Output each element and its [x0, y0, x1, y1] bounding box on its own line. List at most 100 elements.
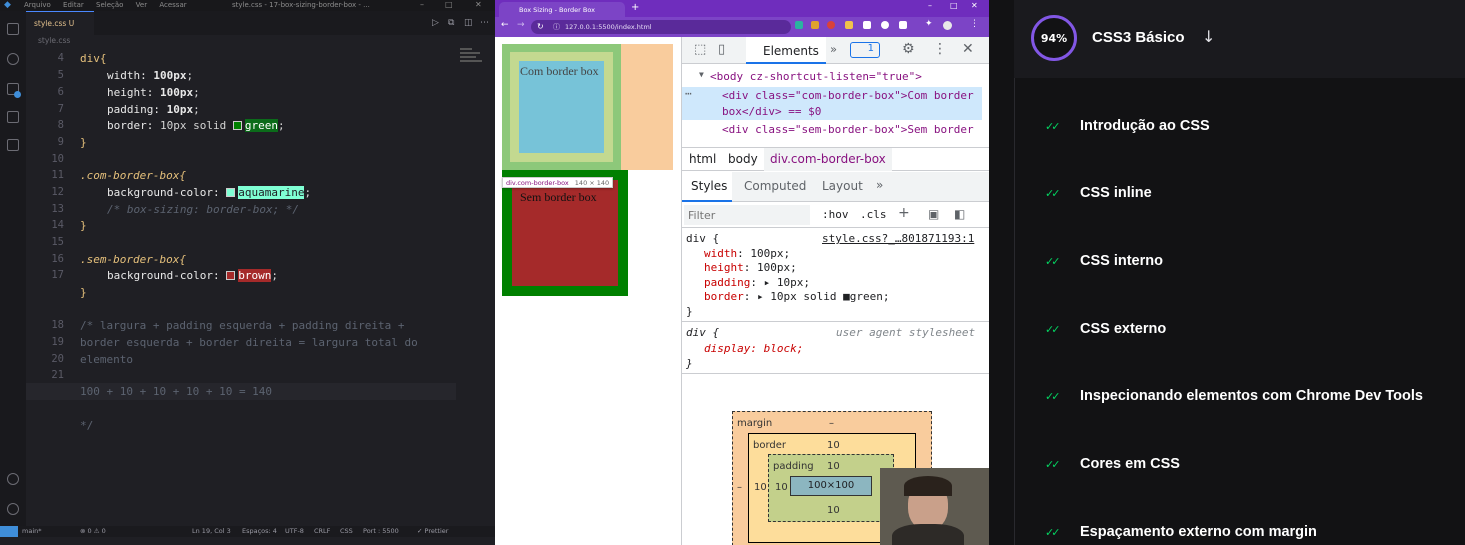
close-icon[interactable]: ✕ — [475, 0, 482, 9]
maximize-icon[interactable]: □ — [950, 1, 958, 10]
ellipsis-icon[interactable]: ⋯ — [685, 87, 692, 100]
run-icon[interactable]: ▷ — [432, 18, 439, 28]
extension-icon[interactable] — [899, 21, 907, 29]
com-border-box[interactable]: Com border box — [519, 61, 604, 153]
breadcrumb[interactable]: style.css — [26, 36, 70, 45]
arrow-down-icon[interactable]: ↓ — [1202, 27, 1215, 46]
boxmodel-margin-left[interactable]: – — [737, 482, 742, 493]
split-icon[interactable]: ⧉ — [448, 18, 454, 28]
dom-node-body[interactable]: <body cz-shortcut-listen="true"> — [710, 70, 922, 83]
boxmodel-padding-top[interactable]: 10 — [827, 461, 840, 472]
run-debug-icon[interactable] — [7, 111, 19, 123]
crumb-div[interactable]: div.com-border-box — [764, 148, 892, 171]
extension-icon[interactable] — [795, 21, 803, 29]
extension-icon[interactable] — [845, 21, 853, 29]
close-icon[interactable]: ✕ — [971, 1, 978, 10]
decl-padding[interactable]: padding: ▸ 10px; — [704, 276, 810, 289]
extension-icon[interactable] — [827, 21, 835, 29]
status-encoding[interactable]: UTF-8 — [285, 527, 304, 535]
tab-style-css[interactable]: style.css U — [26, 11, 94, 35]
status-live-server[interactable]: Port : 5500 — [363, 527, 399, 535]
status-eol[interactable]: CRLF — [314, 527, 330, 535]
cls-button[interactable]: .cls — [860, 208, 887, 221]
course-header[interactable]: 94% CSS3 Básico ↓ — [1014, 0, 1465, 78]
crumb-body[interactable]: body — [728, 152, 758, 166]
rule-source-link[interactable]: style.css?_…801871193:1 — [822, 232, 974, 245]
status-spaces[interactable]: Espaços: 4 — [242, 527, 277, 535]
new-rule-icon[interactable]: + — [898, 205, 910, 221]
browser-tab[interactable]: Box Sizing - Border Box — [499, 2, 625, 17]
dom-node-com-border-box[interactable]: <div class="com-border-box">Com border — [722, 89, 974, 102]
extensions-icon[interactable] — [7, 139, 19, 151]
tab-layout[interactable]: Layout — [822, 179, 863, 193]
sem-border-box[interactable]: Sem border box — [512, 180, 618, 286]
minimap[interactable] — [460, 48, 490, 70]
menu-item-arquivo[interactable]: Arquivo — [24, 1, 51, 9]
decl-height[interactable]: height: 100px; — [704, 261, 797, 274]
status-branch[interactable]: main* — [22, 527, 42, 535]
hov-button[interactable]: :hov — [822, 208, 849, 221]
minimize-icon[interactable]: – — [420, 0, 424, 9]
kebab-menu-icon[interactable]: ⋮ — [933, 41, 947, 57]
tab-computed[interactable]: Computed — [744, 179, 806, 193]
gear-icon[interactable] — [7, 503, 19, 515]
back-icon[interactable]: ← — [501, 20, 509, 30]
menu-icon[interactable]: ⋮ — [970, 19, 979, 29]
status-position[interactable]: Ln 19, Col 3 — [192, 527, 231, 535]
decl-width[interactable]: width: 100px; — [704, 247, 790, 260]
remote-indicator[interactable] — [0, 526, 18, 537]
sidebar-toggle-icon[interactable]: ◧ — [954, 207, 965, 221]
more-subtabs-icon[interactable]: » — [876, 178, 883, 192]
device-icon[interactable]: ▯ — [718, 42, 725, 57]
menu-item-selecao[interactable]: Seleção — [96, 1, 123, 9]
paint-icon[interactable]: ▣ — [928, 207, 939, 221]
lesson-item[interactable]: ✓✓ CSS inline — [1045, 185, 1465, 205]
color-swatch[interactable] — [232, 121, 242, 130]
boxmodel-border-left[interactable]: 10 — [754, 482, 767, 493]
status-problems[interactable]: ⊗ 0 ⚠ 0 — [80, 527, 106, 535]
tab-styles[interactable]: Styles — [682, 172, 732, 202]
more-tabs-icon[interactable]: » — [830, 42, 837, 56]
menu-item-editar[interactable]: Editar — [63, 1, 84, 9]
crumb-html[interactable]: html — [689, 152, 716, 166]
tab-elements[interactable]: Elements — [746, 37, 826, 64]
lesson-item[interactable]: ✓✓ Inspecionando elementos com Chrome Dev… — [1045, 388, 1465, 408]
boxmodel-padding-left[interactable]: 10 — [775, 482, 788, 493]
extension-icon[interactable] — [881, 21, 889, 29]
extension-icon[interactable] — [863, 21, 871, 29]
account-icon[interactable] — [7, 473, 19, 485]
boxmodel-border-top[interactable]: 10 — [827, 440, 840, 451]
search-icon[interactable] — [7, 53, 19, 65]
explorer-icon[interactable] — [7, 23, 19, 35]
address-bar[interactable]: ↻ ⓘ 127.0.0.1:5500/index.html — [531, 20, 791, 34]
boxmodel-content[interactable]: 100×100 — [790, 476, 872, 496]
info-icon[interactable]: ⓘ — [553, 22, 560, 32]
boxmodel-padding-bottom[interactable]: 10 — [827, 505, 840, 516]
status-prettier[interactable]: ✓ Prettier — [417, 527, 448, 535]
extension-icon[interactable] — [811, 21, 819, 29]
collapse-triangle-icon[interactable]: ▼ — [699, 70, 704, 79]
color-swatch[interactable] — [226, 271, 236, 280]
lesson-item[interactable]: ✓✓ CSS externo — [1045, 321, 1465, 341]
decl-border[interactable]: border: ▸ 10px solid ■green; — [704, 290, 889, 303]
lesson-item[interactable]: ✓✓ Cores em CSS — [1045, 456, 1465, 476]
lesson-item[interactable]: ✓✓ Introdução ao CSS — [1045, 118, 1465, 138]
avatar[interactable] — [943, 21, 952, 30]
code-editor[interactable]: 4 5 6 7 8 9 10 11 12 13 14 15 16 17 18 1… — [26, 48, 456, 518]
more-actions-icon[interactable]: ⋯ — [480, 18, 489, 28]
reload-icon[interactable]: ↻ — [537, 22, 544, 31]
close-devtools-icon[interactable]: ✕ — [962, 41, 974, 57]
gear-icon[interactable]: ⚙ — [902, 41, 915, 57]
lesson-item[interactable]: ✓✓ Espaçamento externo com margin — [1045, 524, 1465, 544]
minimize-icon[interactable]: – — [928, 1, 932, 10]
forward-icon[interactable]: → — [517, 20, 525, 30]
status-language[interactable]: CSS — [340, 527, 353, 535]
styles-filter-input[interactable] — [684, 205, 810, 225]
maximize-icon[interactable]: □ — [445, 0, 453, 9]
issues-badge[interactable]: 1 — [850, 42, 880, 58]
layout-icon[interactable]: ◫ — [464, 18, 473, 28]
color-swatch[interactable] — [226, 188, 236, 197]
rule-selector[interactable]: div { — [686, 232, 719, 245]
inspect-icon[interactable]: ⬚ — [694, 42, 706, 57]
dom-node-com-border-box-end[interactable]: box</div> == $0 — [722, 105, 821, 118]
